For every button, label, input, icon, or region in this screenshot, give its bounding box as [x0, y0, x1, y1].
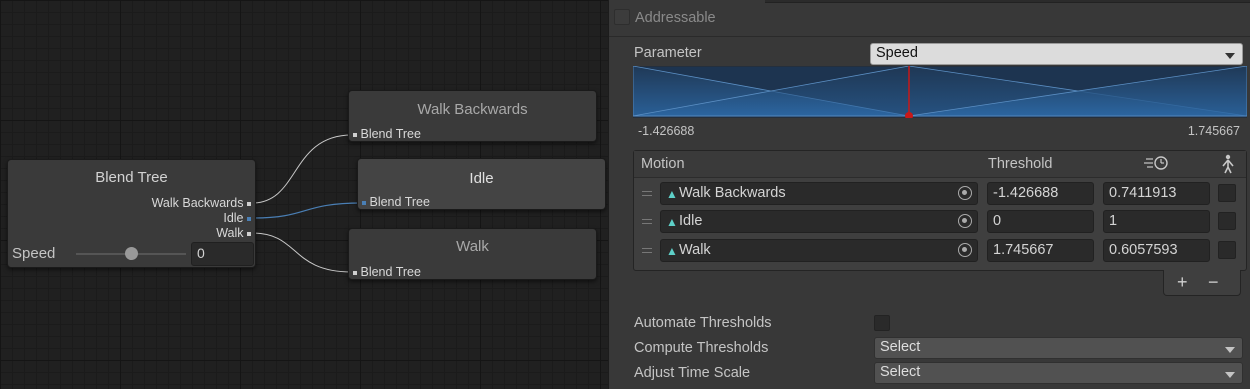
input-label: Blend Tree	[360, 127, 421, 141]
input-port[interactable]: Blend Tree	[362, 195, 430, 209]
chevron-down-icon	[1225, 347, 1235, 353]
threshold-column-header: Threshold	[988, 156, 1053, 172]
add-motion-button[interactable]: +	[1177, 272, 1188, 293]
section-divider	[609, 36, 1250, 37]
threshold-field[interactable]: 1.745667	[987, 239, 1094, 262]
output-port-walk-backwards[interactable]: Walk Backwards	[152, 196, 251, 210]
animation-clip-icon: ▲	[666, 187, 678, 201]
automate-thresholds-checkbox[interactable]	[874, 315, 890, 331]
input-port[interactable]: Blend Tree	[353, 127, 421, 141]
motion-node-walk[interactable]: Walk Blend Tree	[348, 228, 597, 280]
addressable-checkbox[interactable]	[614, 9, 630, 25]
inspector-panel: Addressable Parameter Speed -1.426688 1.…	[608, 0, 1250, 389]
wire-walk	[251, 232, 353, 273]
motion-object-field[interactable]: ▲ Idle	[660, 210, 978, 233]
drag-handle-icon[interactable]	[642, 219, 652, 224]
output-port-idle[interactable]: Idle	[223, 211, 251, 225]
parameter-dropdown[interactable]: Speed	[870, 43, 1243, 65]
add-remove-bar: + −	[1163, 270, 1241, 296]
port-dot-icon	[353, 270, 357, 275]
motion-node-walk-backwards[interactable]: Walk Backwards Blend Tree	[348, 90, 597, 142]
automate-thresholds-label: Automate Thresholds	[634, 315, 772, 331]
node-title: Walk	[456, 238, 489, 255]
output-label: Walk	[216, 226, 244, 240]
motion-row-walk: ▲ Walk 1.745667 0.6057593	[634, 237, 1246, 265]
chevron-down-icon	[1225, 53, 1235, 59]
speed-field[interactable]: 0.6057593	[1103, 239, 1210, 262]
mirror-checkbox[interactable]	[1218, 184, 1236, 202]
port-dot-icon	[247, 216, 251, 221]
speed-param-label: Speed	[12, 245, 56, 262]
threshold-field[interactable]: 0	[987, 210, 1094, 233]
compute-thresholds-label: Compute Thresholds	[634, 340, 769, 356]
speed-slider-thumb[interactable]	[124, 247, 138, 260]
compute-thresholds-dropdown[interactable]: Select	[874, 337, 1243, 359]
motion-object-field[interactable]: ▲ Walk	[660, 239, 978, 262]
blend-tree-node[interactable]: Blend Tree Walk Backwards Idle Walk Spee…	[7, 159, 256, 268]
object-picker-icon[interactable]	[958, 243, 972, 257]
wire-idle	[251, 202, 363, 219]
node-title: Idle	[469, 170, 494, 187]
mirror-checkbox[interactable]	[1218, 241, 1236, 259]
motion-row-walk-backwards: ▲ Walk Backwards -1.426688 0.7411913	[634, 180, 1246, 208]
object-picker-icon[interactable]	[958, 214, 972, 228]
speed-field[interactable]: 1	[1103, 210, 1210, 233]
motion-name: Walk Backwards	[679, 185, 786, 201]
blend-tree-title: Blend Tree	[95, 169, 168, 186]
speed-value-field[interactable]: 0	[191, 242, 254, 266]
animation-clip-icon: ▲	[666, 244, 678, 258]
input-label: Blend Tree	[360, 265, 421, 279]
output-label: Idle	[223, 211, 244, 225]
blend-graph[interactable]	[633, 66, 1247, 118]
port-dot-icon	[362, 200, 366, 205]
output-port-walk[interactable]: Walk	[216, 226, 251, 240]
remove-motion-button[interactable]: −	[1208, 272, 1219, 293]
adjust-time-scale-value: Select	[880, 364, 921, 380]
motion-column-header: Motion	[641, 156, 685, 172]
motion-list: Motion Threshold ▲ Walk Backwards -1.426…	[633, 150, 1247, 271]
compute-thresholds-value: Select	[880, 339, 921, 355]
range-max-label: 1.745667	[1187, 124, 1240, 138]
addressable-label: Addressable	[635, 10, 716, 26]
range-min-label: -1.426688	[638, 124, 695, 138]
top-field-edge	[765, 0, 1250, 3]
animation-clip-icon: ▲	[666, 215, 678, 229]
object-picker-icon[interactable]	[958, 186, 972, 200]
mirror-figure-icon	[1222, 154, 1234, 174]
speed-field[interactable]: 0.7411913	[1103, 182, 1210, 205]
motion-node-idle[interactable]: Idle Blend Tree	[357, 158, 606, 210]
port-dot-icon	[247, 231, 251, 236]
node-title: Walk Backwards	[417, 101, 528, 118]
parameter-value: Speed	[876, 45, 918, 61]
input-port[interactable]: Blend Tree	[353, 265, 421, 279]
port-dot-icon	[353, 132, 357, 137]
input-label: Blend Tree	[369, 195, 430, 209]
drag-handle-icon[interactable]	[642, 191, 652, 196]
mirror-checkbox[interactable]	[1218, 212, 1236, 230]
threshold-field[interactable]: -1.426688	[987, 182, 1094, 205]
motion-name: Walk	[679, 242, 711, 258]
wire-walk-backwards	[251, 134, 353, 204]
motion-object-field[interactable]: ▲ Walk Backwards	[660, 182, 978, 205]
port-dot-icon	[247, 201, 251, 206]
motion-list-header: Motion Threshold	[634, 151, 1246, 178]
parameter-label: Parameter	[634, 45, 702, 61]
chevron-down-icon	[1225, 372, 1235, 378]
adjust-time-scale-label: Adjust Time Scale	[634, 365, 751, 381]
drag-handle-icon[interactable]	[642, 248, 652, 253]
motion-name: Idle	[679, 213, 703, 229]
animator-graph-canvas[interactable]: Blend Tree Walk Backwards Idle Walk Spee…	[0, 0, 608, 389]
motion-row-idle: ▲ Idle 0 1	[634, 208, 1246, 236]
speed-clock-icon	[1144, 156, 1168, 170]
output-label: Walk Backwards	[151, 196, 244, 210]
adjust-time-scale-dropdown[interactable]: Select	[874, 362, 1243, 384]
